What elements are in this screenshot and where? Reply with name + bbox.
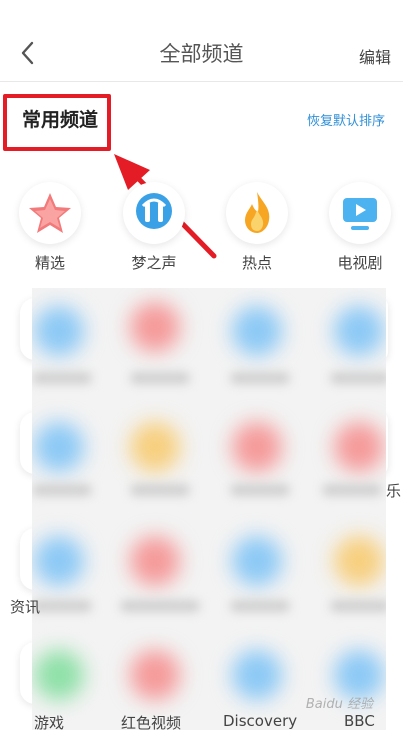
section-heading: 常用频道: [22, 109, 99, 131]
blurred-label: [130, 372, 190, 384]
channel-label: BBC: [344, 712, 375, 730]
blurred-label: [230, 600, 290, 612]
channel-label: Discovery: [223, 712, 298, 730]
watermark: Baidu 经验: [305, 697, 373, 712]
blurred-icon: [130, 422, 180, 472]
blurred-icon: [232, 650, 282, 700]
blurred-label: [322, 484, 382, 496]
channel-tv-series[interactable]: 电视剧: [320, 182, 400, 273]
blurred-icon: [34, 306, 84, 356]
channel-label: 红色视频: [121, 714, 182, 730]
blurred-icon: [232, 536, 282, 586]
blurred-icon: [130, 650, 180, 700]
frequent-channels-header: 常用频道 恢复默认排序: [0, 83, 403, 153]
blurred-icon: [232, 306, 282, 356]
blurred-icon: [34, 536, 84, 586]
blurred-label: [230, 372, 290, 384]
partial-channel-label: 资讯: [10, 598, 41, 616]
channel-dream-voice[interactable]: 梦之声: [114, 182, 194, 273]
reset-order-link[interactable]: 恢复默认排序: [307, 110, 385, 129]
blurred-icon: [130, 536, 180, 586]
blurred-icon: [334, 422, 384, 472]
microphone-icon: [123, 182, 185, 244]
blurred-icon: [34, 650, 84, 700]
top-bar: 全部频道 编辑: [0, 0, 403, 82]
flame-icon: [226, 182, 288, 244]
blurred-label: [330, 600, 386, 612]
blurred-icon: [232, 422, 282, 472]
channel-label: 精选: [34, 254, 65, 272]
blurred-label: [330, 372, 386, 384]
channel-label: 热点: [241, 254, 272, 272]
channel-hot[interactable]: 热点: [217, 182, 297, 273]
blurred-icon: [334, 306, 384, 356]
blurred-channel-grid: [32, 288, 386, 730]
tv-icon: [329, 182, 391, 244]
channel-label: 梦之声: [131, 254, 177, 272]
blurred-label: [32, 484, 92, 496]
channel-label: 游戏: [34, 714, 65, 730]
partial-channel-label: 乐: [386, 482, 402, 500]
blurred-label: [32, 372, 92, 384]
blurred-icon: [334, 536, 384, 586]
channel-label: 电视剧: [337, 254, 383, 272]
blurred-label: [32, 600, 92, 612]
channel-featured[interactable]: 精选: [10, 182, 90, 273]
blurred-label: [230, 484, 290, 496]
blurred-label: [130, 484, 190, 496]
blurred-label: [120, 600, 200, 612]
blurred-icon: [34, 422, 84, 472]
blurred-icon: [130, 302, 180, 352]
edit-button[interactable]: 编辑: [359, 44, 391, 68]
page-title: 全部频道: [159, 42, 244, 66]
star-icon: [19, 182, 81, 244]
